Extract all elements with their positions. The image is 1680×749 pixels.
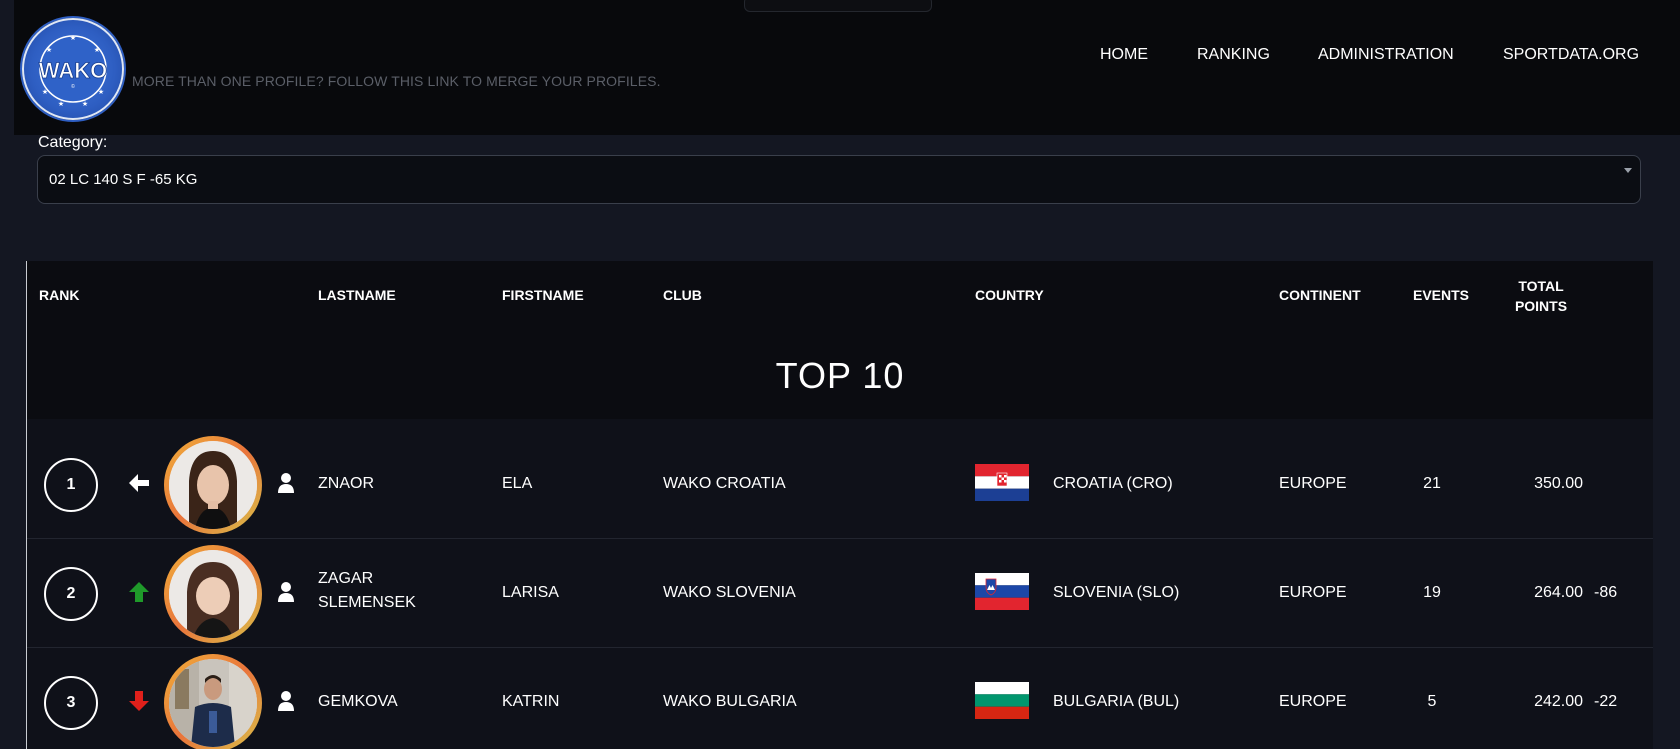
section-title: TOP 10 bbox=[775, 355, 905, 396]
nav-ranking[interactable]: RANKING bbox=[1197, 46, 1270, 64]
cell-events: 5 bbox=[1427, 693, 1437, 710]
cell-country: CROATIA (CRO) bbox=[1053, 475, 1173, 492]
header-country[interactable]: COUNTRY bbox=[975, 287, 1044, 303]
left-arrow-icon bbox=[129, 474, 149, 492]
cell-club: WAKO BULGARIA bbox=[663, 693, 797, 710]
bulgaria-flag-icon bbox=[975, 682, 1029, 719]
user-profile-icon[interactable] bbox=[277, 581, 295, 603]
table-header: RANK LASTNAME FIRSTNAME CLUB COUNTRY CON… bbox=[27, 261, 1653, 419]
cell-lastname-line2: SLEMENSEK bbox=[318, 594, 416, 611]
cell-events: 21 bbox=[1423, 475, 1441, 492]
svg-text:★: ★ bbox=[98, 88, 104, 96]
nav-sportdata[interactable]: SPORTDATA.ORG bbox=[1503, 46, 1639, 64]
svg-text:★: ★ bbox=[46, 46, 52, 54]
cell-total-points: 350.00 bbox=[1534, 475, 1583, 492]
nav-home[interactable]: HOME bbox=[1100, 46, 1148, 64]
header-continent[interactable]: CONTINENT bbox=[1279, 287, 1361, 303]
table-row[interactable]: 1 ZNAOR ELA WAKO CROATIA CROATIA (CRO) E… bbox=[27, 430, 1653, 539]
header-total-line2: POINTS bbox=[1514, 298, 1568, 314]
cell-firstname: LARISA bbox=[502, 584, 559, 601]
up-arrow-icon bbox=[129, 582, 149, 602]
nav-administration[interactable]: ADMINISTRATION bbox=[1318, 46, 1454, 64]
rank-badge: 3 bbox=[44, 676, 98, 730]
header-rank[interactable]: RANK bbox=[39, 287, 79, 303]
cell-lastname-line1: ZAGAR bbox=[318, 570, 374, 587]
slovenia-flag-icon bbox=[975, 573, 1029, 610]
header: ▲ MORE THAN ONE PROFILE? FOLLOW THIS LIN… bbox=[14, 0, 1680, 135]
avatar[interactable] bbox=[164, 654, 262, 749]
cell-continent: EUROPE bbox=[1279, 693, 1347, 710]
header-total-line1: TOTAL bbox=[1518, 278, 1564, 294]
svg-text:©: © bbox=[71, 83, 75, 90]
header-events[interactable]: EVENTS bbox=[1413, 287, 1469, 303]
avatar[interactable] bbox=[164, 436, 262, 534]
svg-text:WAKO: WAKO bbox=[39, 58, 107, 83]
cell-club: WAKO SLOVENIA bbox=[663, 584, 796, 601]
table-row[interactable]: 3 GEMKOVA KATRIN WAKO BULGARIA BULGARIA … bbox=[27, 648, 1653, 749]
croatia-flag-icon bbox=[975, 464, 1029, 501]
header-lastname[interactable]: LASTNAME bbox=[318, 287, 396, 303]
header-firstname[interactable]: FIRSTNAME bbox=[502, 287, 584, 303]
cell-continent: EUROPE bbox=[1279, 475, 1347, 492]
rank-badge: 1 bbox=[44, 458, 98, 512]
header-tab[interactable] bbox=[744, 0, 932, 12]
category-select[interactable]: 02 LC 140 S F -65 KG bbox=[37, 155, 1641, 204]
svg-text:★: ★ bbox=[70, 34, 76, 42]
down-arrow-icon bbox=[129, 691, 149, 711]
cell-lastname: GEMKOVA bbox=[318, 693, 398, 710]
cell-firstname: ELA bbox=[502, 475, 533, 492]
ranking-table: RANK LASTNAME FIRSTNAME CLUB COUNTRY CON… bbox=[26, 261, 1653, 749]
cell-diff: -22 bbox=[1594, 693, 1618, 710]
rank-badge: 2 bbox=[44, 567, 98, 621]
cell-firstname: KATRIN bbox=[502, 693, 560, 710]
cell-lastname: ZNAOR bbox=[318, 475, 374, 492]
table-row[interactable]: 2 ZAGAR SLEMENSEK LARISA WAKO SLOVENIA S… bbox=[27, 539, 1653, 648]
svg-text:★: ★ bbox=[58, 100, 64, 108]
cell-club: WAKO CROATIA bbox=[663, 475, 786, 492]
cell-continent: EUROPE bbox=[1279, 584, 1347, 601]
cell-country: BULGARIA (BUL) bbox=[1053, 693, 1180, 710]
cell-total-points: 242.00 bbox=[1534, 693, 1583, 710]
header-total-points[interactable]: TOTAL POINTS bbox=[1511, 276, 1571, 316]
header-club[interactable]: CLUB bbox=[663, 287, 702, 303]
wako-logo[interactable]: ★ ★ ★ ★ ★ ★ ★ WAKO © bbox=[22, 18, 124, 120]
category-label: Category: bbox=[38, 134, 108, 151]
svg-text:★: ★ bbox=[94, 46, 100, 54]
user-profile-icon[interactable] bbox=[277, 472, 295, 494]
svg-text:★: ★ bbox=[82, 100, 88, 108]
svg-text:★: ★ bbox=[42, 88, 48, 96]
merge-profiles-link[interactable]: MORE THAN ONE PROFILE? FOLLOW THIS LINK … bbox=[132, 73, 661, 89]
user-profile-icon[interactable] bbox=[277, 690, 295, 712]
cell-events: 19 bbox=[1423, 584, 1441, 601]
avatar[interactable] bbox=[164, 545, 262, 643]
chevron-down-icon bbox=[1624, 168, 1632, 173]
cell-diff: -86 bbox=[1594, 584, 1618, 601]
cell-country: SLOVENIA (SLO) bbox=[1053, 584, 1180, 601]
cell-total-points: 264.00 bbox=[1534, 584, 1583, 601]
cell-lastname: ZAGAR SLEMENSEK bbox=[318, 567, 416, 615]
category-value: 02 LC 140 S F -65 KG bbox=[49, 171, 198, 188]
